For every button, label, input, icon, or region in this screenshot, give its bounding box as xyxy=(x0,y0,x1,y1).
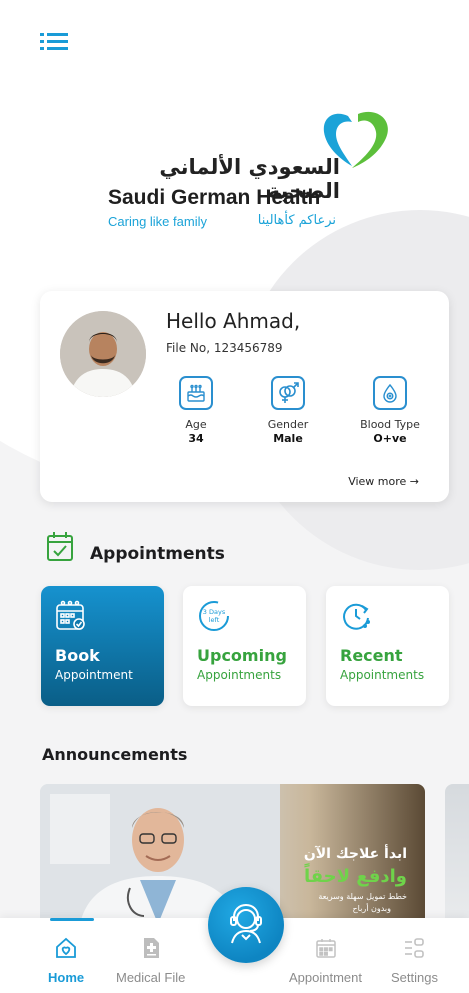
nav-medical-file[interactable]: Medical File xyxy=(116,936,185,985)
appointments-title: Appointments xyxy=(90,544,225,564)
stat-gender: Gender Male xyxy=(248,376,328,445)
brand-name-english: Saudi German Health xyxy=(108,186,321,209)
clock-history-icon xyxy=(340,600,372,632)
nav-settings[interactable]: Settings xyxy=(391,936,438,985)
next-banner-peek[interactable] xyxy=(445,784,469,924)
banner-line3: خطط تمويل سهلة وسريعة xyxy=(318,892,407,901)
stat-age: Age 34 xyxy=(156,376,236,445)
announcements-title: Announcements xyxy=(42,745,188,764)
nav-medical-file-label: Medical File xyxy=(116,970,186,985)
calendar-check-icon xyxy=(46,530,74,562)
days-left-icon: 3 Days left xyxy=(197,600,229,632)
file-number: File No, 123456789 xyxy=(166,341,283,355)
avatar[interactable] xyxy=(60,311,146,397)
support-agent-button[interactable] xyxy=(208,887,284,963)
calendar-grid-icon xyxy=(55,600,87,632)
medical-file-icon xyxy=(139,936,163,960)
book-title: Book xyxy=(55,646,100,665)
nav-home[interactable]: Home xyxy=(48,936,84,985)
stat-age-value: 34 xyxy=(188,432,204,445)
birthday-cake-icon xyxy=(179,376,213,410)
nav-appointment-label: Appointment xyxy=(289,970,362,985)
book-appointment-button[interactable]: Book Appointment xyxy=(41,586,164,706)
brand-tagline-arabic: نرعاكم كأهالينا xyxy=(257,213,336,228)
nav-active-indicator xyxy=(50,918,94,921)
gender-icon xyxy=(271,376,305,410)
stat-blood-value: O+ve xyxy=(373,432,407,445)
greeting-text: Hello Ahmad, xyxy=(166,309,301,333)
blood-drop-icon xyxy=(373,376,407,410)
recent-subtitle: Appointments xyxy=(340,668,425,682)
recent-appointments-button[interactable]: Recent Appointments xyxy=(326,586,449,706)
settings-sliders-icon xyxy=(402,936,426,960)
stat-blood-type: Blood Type O+ve xyxy=(350,376,430,445)
days-left-badge-line1: 3 Days xyxy=(203,608,226,616)
stat-gender-value: Male xyxy=(273,432,303,445)
days-left-badge-line2: left xyxy=(209,616,220,624)
banner-line4: وبدون أرباح xyxy=(352,904,391,913)
home-heart-icon xyxy=(54,936,78,960)
view-more-link[interactable]: View more → xyxy=(348,475,419,488)
stat-gender-label: Gender xyxy=(267,418,309,431)
nav-appointment[interactable]: Appointment xyxy=(289,936,362,985)
calendar-icon xyxy=(314,936,338,960)
banner-line1: ابدأ علاجك الآن xyxy=(303,846,407,862)
stat-age-label: Age xyxy=(185,418,207,431)
stat-blood-label: Blood Type xyxy=(360,418,420,431)
recent-title: Recent xyxy=(340,646,403,665)
upcoming-appointments-button[interactable]: 3 Days left Upcoming Appointments xyxy=(183,586,306,706)
upcoming-title: Upcoming xyxy=(197,646,287,665)
book-subtitle: Appointment xyxy=(55,668,133,682)
nav-settings-label: Settings xyxy=(391,970,438,985)
brand-tagline-english: Caring like family xyxy=(108,214,207,229)
banner-line2: وادفع لاحقاً xyxy=(303,866,407,887)
patient-profile-card: Hello Ahmad, File No, 123456789 Age 34 G… xyxy=(40,291,449,502)
nav-home-label: Home xyxy=(48,970,85,985)
upcoming-subtitle: Appointments xyxy=(197,668,282,682)
list-menu-icon[interactable] xyxy=(40,32,68,52)
support-agent-icon xyxy=(224,901,268,949)
